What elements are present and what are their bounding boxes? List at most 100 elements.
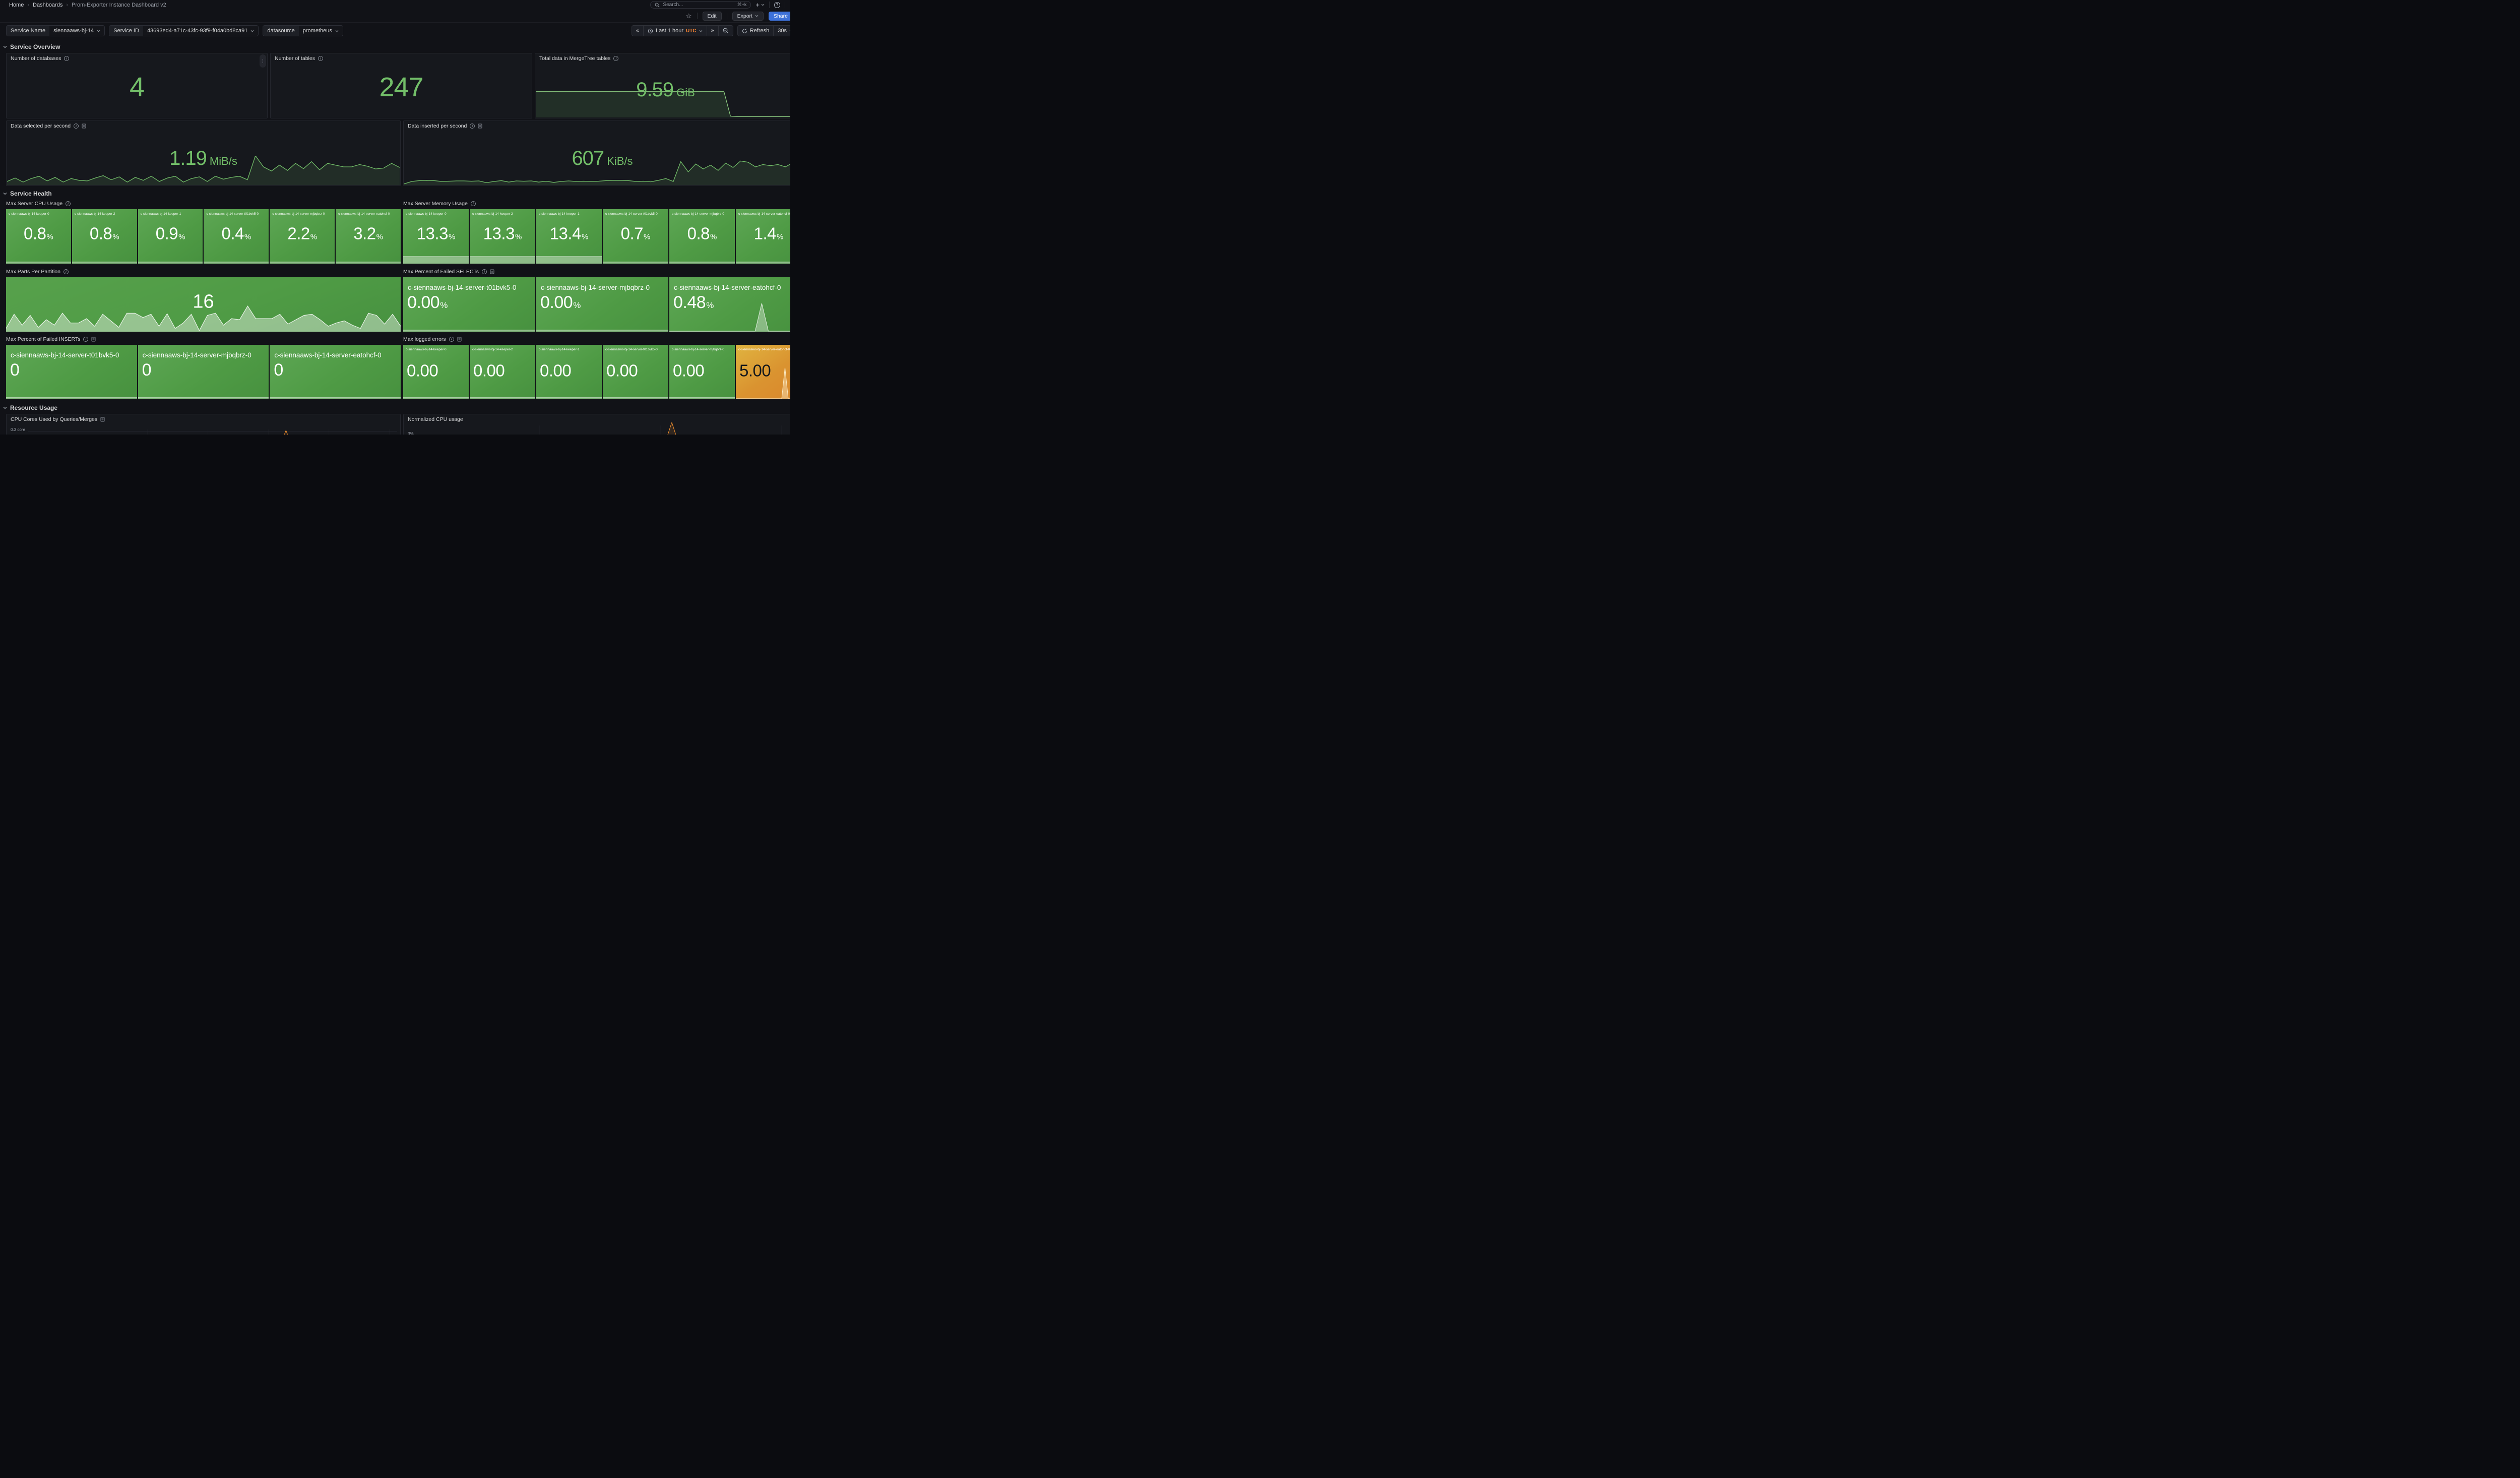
tile-label: c-siennaaws-bj-14-keeper-0	[9, 212, 69, 216]
document-icon[interactable]	[100, 417, 105, 422]
tile-label: c-siennaaws-bj-14-server-eatohcf-0	[738, 347, 790, 352]
search-input[interactable]	[663, 2, 734, 8]
stat-tile[interactable]: c-siennaaws-bj-14-server-t01bvk5-0 0.00	[603, 345, 668, 399]
stat-tile[interactable]: c-siennaaws-bj-14-server-eatohcf-0 0.48%	[669, 277, 790, 332]
stat-tile[interactable]: c-siennaaws-bj-14-keeper-1 0.9%	[138, 209, 203, 264]
panel-data-inserted-per-second: Data inserted per second 607KiB/s	[403, 120, 790, 186]
favorite-star-icon[interactable]: ☆	[686, 13, 692, 19]
info-icon[interactable]	[470, 124, 475, 129]
stat-tile[interactable]: c-siennaaws-bj-14-keeper-2 0.8%	[72, 209, 137, 264]
grafana-dashboard: Home › Dashboards › Prom-Exporter Instan…	[0, 0, 790, 435]
refresh-interval-dropdown[interactable]: 30s	[773, 26, 790, 36]
stat-value: 247	[271, 74, 532, 101]
refresh-label: Refresh	[750, 28, 770, 34]
stat-tile[interactable]: c-siennaaws-bj-14-keeper-0 13.3%	[403, 209, 469, 264]
stat-tile[interactable]: c-siennaaws-bj-14-keeper-0 0.8%	[6, 209, 71, 264]
stat-tile[interactable]: c-siennaaws-bj-14-server-eatohcf-0 1.4%	[736, 209, 790, 264]
panel-max-failed-inserts: Max Percent of Failed INSERTs c-siennaaw…	[6, 335, 401, 401]
time-controls: « Last 1 hour UTC »	[632, 25, 790, 36]
tile-label: c-siennaaws-bj-14-keeper-2	[472, 212, 533, 216]
stat-value: 4	[7, 74, 267, 101]
document-icon[interactable]	[91, 337, 96, 342]
chevron-down-icon	[699, 30, 703, 32]
tile-value: 1.4%	[736, 225, 790, 241]
stat-tile[interactable]: c-siennaaws-bj-14-server-t01bvk5-0 0	[6, 345, 137, 399]
time-range-picker[interactable]: Last 1 hour UTC	[643, 26, 707, 36]
dashboard-toolbar: ☆ Edit Export Share	[0, 10, 790, 23]
variable-value-dropdown[interactable]: 43693ed4-a71c-43fc-93f9-f04a0bd8ca91	[143, 26, 258, 36]
search-box[interactable]: ⌘+k	[650, 1, 751, 9]
add-button[interactable]: +	[755, 1, 765, 9]
info-icon[interactable]	[482, 269, 487, 274]
stat-tile[interactable]: c-siennaaws-bj-14-server-mjbqbrz-0 0.00%	[536, 277, 668, 332]
tile-label: c-siennaaws-bj-14-server-eatohcf-0	[274, 351, 399, 359]
stat-tile[interactable]: c-siennaaws-bj-14-server-mjbqbrz-0 0	[138, 345, 269, 399]
breadcrumb-current-dashboard: Prom-Exporter Instance Dashboard v2	[72, 2, 166, 8]
stat-tile[interactable]: c-siennaaws-bj-14-keeper-0 0.00	[403, 345, 469, 399]
failed-insert-tiles: c-siennaaws-bj-14-server-t01bvk5-0 0 c-s…	[6, 345, 401, 399]
stat-tile[interactable]: c-siennaaws-bj-14-server-t01bvk5-0 0.4%	[204, 209, 269, 264]
panel-title: Data selected per second	[11, 123, 71, 129]
stat-tile[interactable]: c-siennaaws-bj-14-server-t01bvk5-0 0.00%	[403, 277, 535, 332]
stat-tile[interactable]: c-siennaaws-bj-14-server-eatohcf-0 5.00	[736, 345, 790, 399]
info-icon[interactable]	[613, 56, 618, 61]
variable-value-dropdown[interactable]: siennaaws-bj-14	[49, 26, 104, 36]
breadcrumb-separator-icon: ›	[27, 2, 29, 8]
refresh-interval: 30s	[778, 28, 787, 34]
zoom-out-icon[interactable]	[718, 26, 733, 36]
info-icon[interactable]	[64, 269, 69, 274]
parts-stat-tile[interactable]: 16	[6, 277, 401, 332]
tile-label: c-siennaaws-bj-14-server-mjbqbrz-0	[272, 212, 333, 216]
stat-tile[interactable]: c-siennaaws-bj-14-keeper-1 13.4%	[536, 209, 602, 264]
refresh-button[interactable]: Refresh	[738, 26, 774, 36]
info-icon[interactable]	[74, 124, 79, 129]
stat-tile[interactable]: c-siennaaws-bj-14-server-mjbqbrz-0 2.2%	[270, 209, 335, 264]
panel-max-logged-errors: Max logged errors c-siennaaws-bj-14-keep…	[403, 335, 790, 401]
tile-value: 13.4%	[536, 225, 602, 241]
document-icon[interactable]	[478, 124, 482, 129]
help-icon[interactable]: ?	[774, 2, 780, 8]
document-icon[interactable]	[490, 269, 494, 274]
info-icon[interactable]	[83, 337, 88, 342]
variable-label: Service ID	[109, 26, 143, 36]
section-service-health[interactable]: Service Health	[3, 190, 790, 198]
panel-title: Max Server CPU Usage	[6, 201, 62, 207]
section-resource-usage[interactable]: Resource Usage	[3, 404, 790, 412]
logged-error-tiles: c-siennaaws-bj-14-keeper-0 0.00 c-sienna…	[403, 345, 790, 399]
stat-tile[interactable]: c-siennaaws-bj-14-keeper-2 13.3%	[470, 209, 535, 264]
stat-tile[interactable]: c-siennaaws-bj-14-server-eatohcf-0 3.2%	[336, 209, 401, 264]
variable-value: siennaaws-bj-14	[53, 28, 94, 34]
stat-tile[interactable]: c-siennaaws-bj-14-server-eatohcf-0 0	[270, 345, 401, 399]
info-icon[interactable]	[66, 201, 71, 206]
panel-title: CPU Cores Used by Queries/Merges	[11, 416, 97, 422]
panel-title: Data inserted per second	[408, 123, 467, 129]
document-icon[interactable]	[82, 124, 86, 129]
breadcrumb-home[interactable]: Home	[9, 2, 24, 8]
time-shift-forward-button[interactable]: »	[707, 26, 718, 36]
stat-tile[interactable]: c-siennaaws-bj-14-server-mjbqbrz-0 0.00	[669, 345, 735, 399]
export-button[interactable]: Export	[732, 12, 764, 21]
time-shift-back-button[interactable]: «	[632, 26, 643, 36]
info-icon[interactable]	[471, 201, 476, 206]
panel-title: Max Percent of Failed SELECTs	[403, 269, 479, 275]
panel-title: Max Server Memory Usage	[403, 201, 468, 207]
chevron-down-icon	[755, 15, 759, 17]
variable-value-dropdown[interactable]: prometheus	[299, 26, 343, 36]
share-button[interactable]: Share	[769, 12, 790, 21]
edit-button[interactable]: Edit	[703, 12, 722, 21]
section-service-overview[interactable]: Service Overview	[3, 43, 790, 51]
tile-value: 0	[6, 361, 137, 379]
panel-title: Total data in MergeTree tables	[539, 55, 610, 61]
tile-value: 5.00	[736, 362, 790, 379]
info-icon[interactable]	[64, 56, 69, 61]
time-range-label: Last 1 hour	[656, 28, 683, 34]
stat-tile[interactable]: c-siennaaws-bj-14-keeper-1 0.00	[536, 345, 602, 399]
panel-menu-kebab-icon[interactable]: ⋮	[260, 54, 266, 68]
stat-tile[interactable]: c-siennaaws-bj-14-server-t01bvk5-0 0.7%	[603, 209, 668, 264]
document-icon[interactable]	[457, 337, 462, 342]
info-icon[interactable]	[449, 337, 454, 342]
stat-tile[interactable]: c-siennaaws-bj-14-server-mjbqbrz-0 0.8%	[669, 209, 735, 264]
stat-tile[interactable]: c-siennaaws-bj-14-keeper-2 0.00	[470, 345, 535, 399]
info-icon[interactable]	[318, 56, 323, 61]
breadcrumb-dashboards[interactable]: Dashboards	[33, 2, 62, 8]
